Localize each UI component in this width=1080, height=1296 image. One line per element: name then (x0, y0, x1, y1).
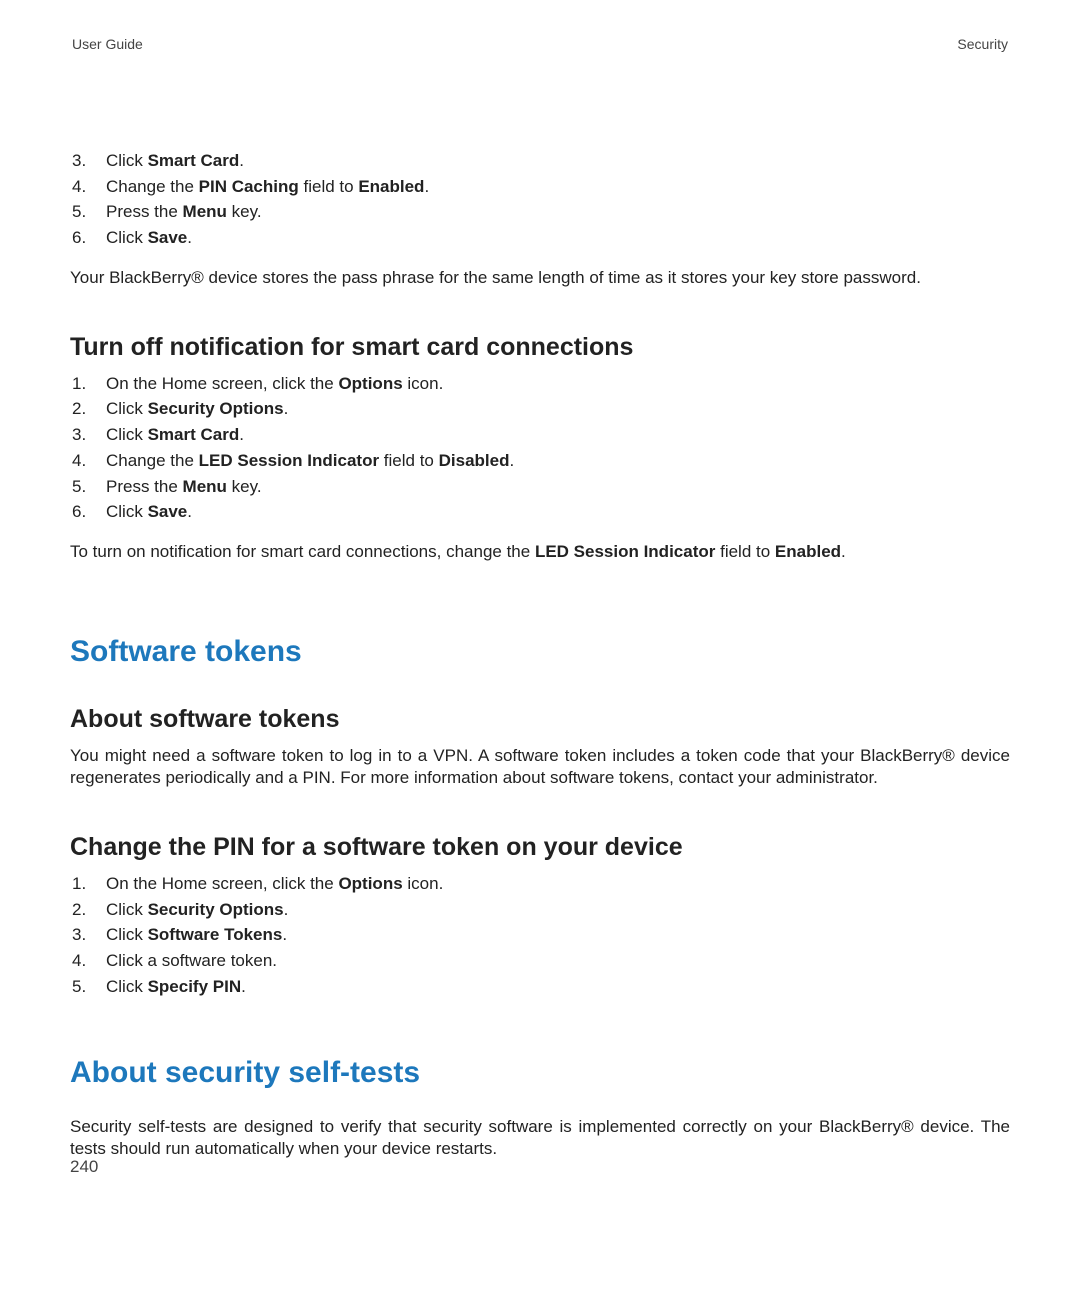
step-number: 3. (70, 424, 106, 446)
step-item: 4.Change the LED Session Indicator field… (70, 450, 1010, 472)
header-right: Security (957, 36, 1008, 54)
steps-list-continued: 3.Click Smart Card.4.Change the PIN Cach… (70, 150, 1010, 249)
step-text: Click Save. (106, 501, 1010, 523)
step-number: 2. (70, 398, 106, 420)
paragraph: Your BlackBerry® device stores the pass … (70, 267, 1010, 289)
paragraph: To turn on notification for smart card c… (70, 541, 1010, 563)
step-number: 4. (70, 950, 106, 972)
header-left: User Guide (72, 36, 143, 54)
step-item: 1.On the Home screen, click the Options … (70, 373, 1010, 395)
step-item: 6.Click Save. (70, 227, 1010, 249)
step-text: On the Home screen, click the Options ic… (106, 373, 1010, 395)
step-text: Click Security Options. (106, 899, 1010, 921)
step-number: 5. (70, 976, 106, 998)
step-item: 1.On the Home screen, click the Options … (70, 873, 1010, 895)
step-text: Click Specify PIN. (106, 976, 1010, 998)
step-number: 5. (70, 476, 106, 498)
step-number: 1. (70, 873, 106, 895)
step-text: Click Smart Card. (106, 150, 1010, 172)
step-item: 6.Click Save. (70, 501, 1010, 523)
step-item: 3.Click Smart Card. (70, 150, 1010, 172)
step-item: 4.Click a software token. (70, 950, 1010, 972)
step-text: Change the LED Session Indicator field t… (106, 450, 1010, 472)
step-text: Click a software token. (106, 950, 1010, 972)
step-text: Press the Menu key. (106, 201, 1010, 223)
step-number: 1. (70, 373, 106, 395)
step-item: 5.Press the Menu key. (70, 201, 1010, 223)
steps-list: 1.On the Home screen, click the Options … (70, 373, 1010, 524)
step-number: 3. (70, 150, 106, 172)
step-number: 3. (70, 924, 106, 946)
step-item: 5.Click Specify PIN. (70, 976, 1010, 998)
heading-software-tokens: Software tokens (70, 633, 1010, 671)
steps-list: 1.On the Home screen, click the Options … (70, 873, 1010, 998)
heading-about-security-self-tests: About security self-tests (70, 1054, 1010, 1092)
page-header: User Guide Security (70, 36, 1010, 54)
step-number: 4. (70, 176, 106, 198)
step-item: 3.Click Software Tokens. (70, 924, 1010, 946)
step-text: Click Save. (106, 227, 1010, 249)
step-number: 6. (70, 501, 106, 523)
step-text: Press the Menu key. (106, 476, 1010, 498)
step-number: 6. (70, 227, 106, 249)
step-item: 4.Change the PIN Caching field to Enable… (70, 176, 1010, 198)
step-text: Change the PIN Caching field to Enabled. (106, 176, 1010, 198)
paragraph: Security self-tests are designed to veri… (70, 1116, 1010, 1160)
paragraph: You might need a software token to log i… (70, 745, 1010, 789)
step-text: Click Security Options. (106, 398, 1010, 420)
step-text: On the Home screen, click the Options ic… (106, 873, 1010, 895)
page: User Guide Security 3.Click Smart Card.4… (0, 0, 1080, 1296)
heading-about-software-tokens: About software tokens (70, 703, 1010, 735)
step-item: 3.Click Smart Card. (70, 424, 1010, 446)
step-text: Click Smart Card. (106, 424, 1010, 446)
step-number: 5. (70, 201, 106, 223)
step-number: 2. (70, 899, 106, 921)
step-number: 4. (70, 450, 106, 472)
step-item: 2.Click Security Options. (70, 899, 1010, 921)
page-number: 240 (70, 1156, 98, 1178)
heading-change-pin: Change the PIN for a software token on y… (70, 831, 1010, 863)
step-item: 2.Click Security Options. (70, 398, 1010, 420)
heading-turn-off-notification: Turn off notification for smart card con… (70, 331, 1010, 363)
step-item: 5.Press the Menu key. (70, 476, 1010, 498)
step-text: Click Software Tokens. (106, 924, 1010, 946)
